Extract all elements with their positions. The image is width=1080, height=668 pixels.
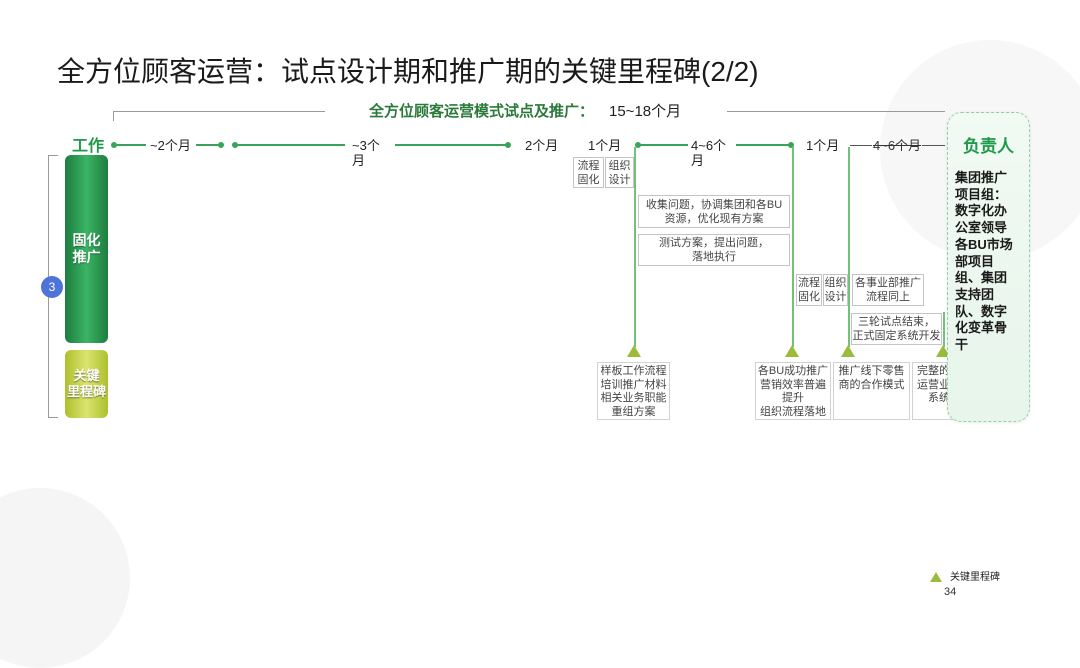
timeline-connector-gray <box>922 145 945 146</box>
activity-box-organization: 组织 设计 <box>823 274 848 306</box>
activity-line: 组织 <box>824 277 847 289</box>
timeline-connector <box>395 144 508 146</box>
timeline-duration: 4~6个月 <box>691 138 727 168</box>
legend-label: 关键里程碑 <box>950 572 1000 583</box>
owner-description: 集团推广项目组：数字化办公室领导各BU市场部项目组、集团支持团队、数字化变革骨干 <box>955 170 1017 354</box>
timeline-duration-struck: 4~6个月 <box>873 138 922 153</box>
timeline-duration: ~3个月 <box>352 138 380 168</box>
activity-line: 测试方案，提出问题， <box>659 237 769 249</box>
timeline-row-label: 工作 <box>72 138 105 155</box>
phase-label-line: 推广 <box>72 249 101 265</box>
activity-line: 正式固定系统开发 <box>852 330 941 342</box>
owner-members: 数字化办公室领导各BU市场部项目组、集团支持团队、数字化变革骨干 <box>955 203 1013 353</box>
activity-line: 流程 <box>798 277 820 289</box>
milestone-line-text: 组织流程落地 <box>760 405 826 418</box>
milestone-label-box: 关键 里程碑 <box>65 350 108 418</box>
milestone-label-line: 里程碑 <box>66 384 106 399</box>
background-circle-bottom-left <box>0 488 130 668</box>
activity-line: 设计 <box>608 173 631 186</box>
scope-label: 全方位顾客运营模式试点及推广： <box>369 103 595 120</box>
phase-number-badge: 3 <box>41 276 63 298</box>
phase-label-box: 固化 推广 <box>65 155 108 343</box>
milestone-line-text: 各BU成功推广 <box>757 365 829 377</box>
milestone-line-text: 相关业务职能 <box>600 392 667 404</box>
milestone-line-text: 培训推广材料 <box>600 378 667 391</box>
activity-box-test-plan: 测试方案，提出问题， 落地执行 <box>638 234 790 266</box>
activity-line: 收集问题，协调集团和各BU <box>645 198 783 211</box>
timeline-duration: 1个月 <box>588 138 622 153</box>
milestone-line-text: 重组方案 <box>611 405 656 418</box>
activity-line: 三轮试点结束， <box>858 316 935 328</box>
milestone-box: 样板工作流程 培训推广材料 相关业务职能 重组方案 <box>597 362 670 420</box>
activity-line: 流程同上 <box>866 291 910 303</box>
activity-box-collect-issues: 收集问题，协调集团和各BU 资源，优化现有方案 <box>638 195 790 228</box>
activity-line: 流程 <box>577 159 600 172</box>
timeline-connector-gray <box>850 145 872 146</box>
activity-line: 固化 <box>577 173 600 186</box>
milestone-box: 各BU成功推广 营销效率普遍 提升 组织流程落地 <box>755 362 831 420</box>
timeline-connector <box>638 144 688 146</box>
activity-line: 落地执行 <box>692 251 736 263</box>
owner-group: 集团推广项目组： <box>955 170 1008 202</box>
milestone-line-text: 营销效率普遍 <box>760 378 826 391</box>
milestone-line-text: 推广线下零售 <box>838 365 905 377</box>
timeline-connector <box>235 144 345 146</box>
milestone-line-text: 商的合作模式 <box>838 378 905 391</box>
slide-title: 全方位顾客运营：试点设计期和推广期的关键里程碑(2/2) <box>57 56 759 87</box>
activity-box-organization: 组织 设计 <box>605 157 634 188</box>
activity-line: 设计 <box>824 291 847 303</box>
timeline-connector <box>736 144 791 146</box>
milestone-line <box>792 147 794 347</box>
phase-label-line: 固化 <box>72 232 101 248</box>
milestone-line <box>848 147 850 347</box>
page-number: 34 <box>944 586 957 598</box>
milestone-label-line: 关键 <box>73 368 100 383</box>
milestone-line-text: 样板工作流程 <box>600 365 667 377</box>
timeline-duration: ~2个月 <box>150 138 191 153</box>
milestone-triangle-icon <box>785 345 799 357</box>
activity-box-divisions-rollout: 各事业部推广 流程同上 <box>852 274 924 306</box>
milestone-triangle-icon <box>627 345 641 357</box>
milestone-triangle-icon <box>841 345 855 357</box>
milestone-line <box>634 147 636 347</box>
activity-line: 资源，优化现有方案 <box>664 212 764 225</box>
activity-line: 固化 <box>798 291 820 303</box>
scope-duration: 15~18个月 <box>609 103 682 120</box>
legend-triangle-icon <box>930 572 942 582</box>
timeline-connector <box>114 144 146 146</box>
activity-line: 组织 <box>608 159 631 172</box>
activity-line: 各事业部推广 <box>855 277 921 289</box>
activity-box-pilot-end: 三轮试点结束， 正式固定系统开发 <box>851 313 942 345</box>
timeline-duration: 2个月 <box>525 138 559 153</box>
timeline-node <box>218 142 224 148</box>
owner-title: 负责人 <box>963 137 1014 156</box>
milestone-line-text: 提升 <box>782 392 804 404</box>
activity-box-process: 流程 固化 <box>796 274 822 306</box>
activity-box-process: 流程 固化 <box>573 157 604 188</box>
milestone-box: 推广线下零售 商的合作模式 <box>833 362 910 420</box>
milestone-line <box>943 312 945 347</box>
timeline-duration: 1个月 <box>806 138 840 153</box>
timeline-node <box>505 142 511 148</box>
